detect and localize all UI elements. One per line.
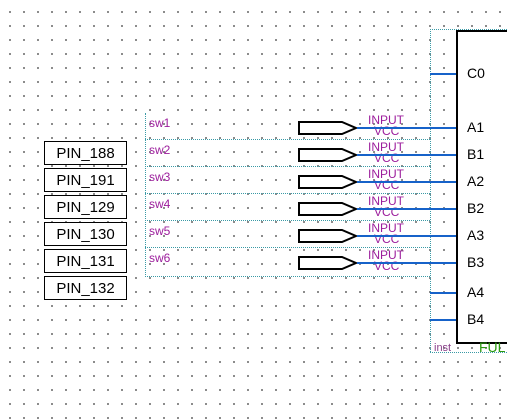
pin-label: PIN_191 <box>56 171 115 189</box>
pin-label: PIN_129 <box>56 198 115 216</box>
pin-box-6[interactable]: PIN_132 <box>44 276 127 300</box>
signal-name-sw1: sw1 <box>149 116 171 130</box>
wire-b2[interactable] <box>357 208 456 210</box>
pin-box-1[interactable]: PIN_188 <box>44 141 127 165</box>
wire-a4-stub[interactable] <box>430 292 456 294</box>
pin-label: PIN_131 <box>56 252 115 270</box>
pin-box-5[interactable]: PIN_131 <box>44 249 127 273</box>
port-b4: B4 <box>467 311 485 327</box>
wire-a3[interactable] <box>357 235 456 237</box>
port-b3: B3 <box>467 254 485 270</box>
input-pin-label: INPUT VCC <box>368 114 404 137</box>
instance-label: inst <box>434 342 452 354</box>
port-a1: A1 <box>467 119 485 135</box>
pin-label: PIN_130 <box>56 225 115 243</box>
signal-name-sw5: sw5 <box>149 224 171 238</box>
signal-name-sw3: sw3 <box>149 170 171 184</box>
selection-guide <box>145 276 430 277</box>
input-buffer-symbol[interactable] <box>298 227 360 245</box>
wire-b3[interactable] <box>357 262 456 264</box>
port-b1: B1 <box>467 146 485 162</box>
input-pin-label: INPUT VCC <box>368 168 404 191</box>
input-buffer-symbol[interactable] <box>298 200 360 218</box>
port-a2: A2 <box>467 173 485 189</box>
signal-name-sw4: sw4 <box>149 197 171 211</box>
pin-box-2[interactable]: PIN_191 <box>44 168 127 192</box>
component-selection-edge <box>430 29 431 352</box>
input-buffer-symbol[interactable] <box>298 146 360 164</box>
port-c0: C0 <box>467 65 485 81</box>
wire-b4-stub[interactable] <box>430 319 456 321</box>
input-pin-label: INPUT VCC <box>368 195 404 218</box>
input-buffer-symbol[interactable] <box>298 173 360 191</box>
port-b2: B2 <box>467 200 485 216</box>
signal-name-sw6: sw6 <box>149 251 171 265</box>
selection-guide-vertical <box>145 113 146 277</box>
port-a3: A3 <box>467 227 485 243</box>
pin-box-4[interactable]: PIN_130 <box>44 222 127 246</box>
pin-label: PIN_132 <box>56 279 115 297</box>
input-buffer-symbol[interactable] <box>298 119 360 137</box>
wire-a2[interactable] <box>357 181 456 183</box>
input-pin-label: INPUT VCC <box>368 222 404 245</box>
port-a4: A4 <box>467 284 485 300</box>
wire-a1[interactable] <box>357 127 456 129</box>
input-pin-label: INPUT VCC <box>368 141 404 164</box>
pin-label: PIN_188 <box>56 144 115 162</box>
input-buffer-symbol[interactable] <box>298 254 360 272</box>
signal-name-sw2: sw2 <box>149 143 171 157</box>
instance-name: FUL <box>479 339 506 355</box>
pin-box-3[interactable]: PIN_129 <box>44 195 127 219</box>
input-pin-label: INPUT VCC <box>368 249 404 272</box>
wire-c0-stub[interactable] <box>430 73 456 75</box>
wire-b1[interactable] <box>357 154 456 156</box>
